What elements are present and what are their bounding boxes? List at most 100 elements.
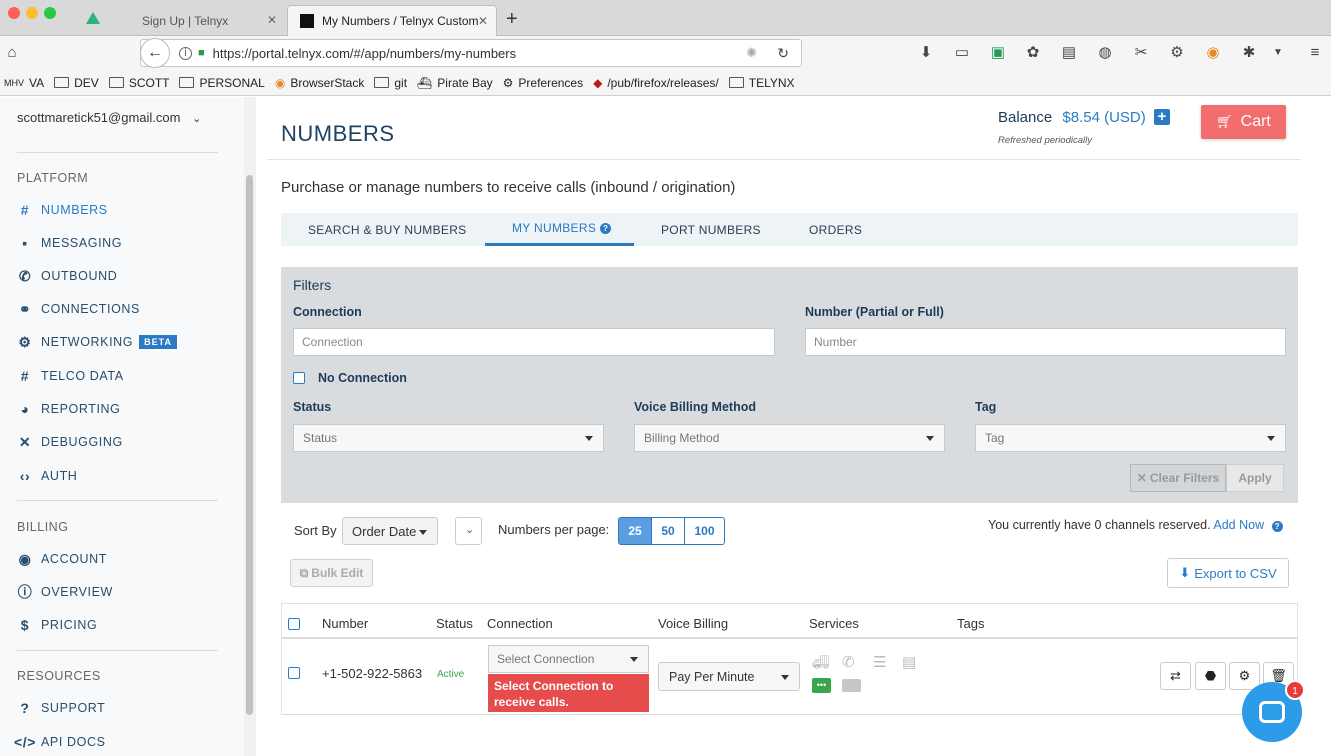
sort-direction-button[interactable]: ⌄ bbox=[455, 517, 482, 545]
new-tab-icon[interactable]: + bbox=[506, 8, 518, 31]
column-header-connection[interactable]: Connection bbox=[487, 616, 553, 631]
tab-label: SEARCH & BUY NUMBERS bbox=[308, 222, 467, 237]
sidebar-toggle-icon[interactable]: ▭ bbox=[952, 44, 972, 62]
sidebar-item-outbound[interactable]: ✆ OUTBOUND bbox=[17, 264, 117, 288]
sidebar-item-reporting[interactable]: ◕ REPORTING bbox=[17, 397, 121, 421]
select-placeholder: Tag bbox=[985, 431, 1005, 445]
tab-my-numbers[interactable]: My Numbers / Telnyx Custom ✕ bbox=[287, 5, 497, 36]
bookmark-scott[interactable]: SCOTT bbox=[108, 76, 169, 90]
bookmark-va[interactable]: MHV VA bbox=[4, 76, 44, 90]
hash-icon: # bbox=[20, 202, 30, 218]
back-button[interactable]: ← bbox=[140, 38, 170, 68]
voice-billing-select[interactable]: Pay Per Minute bbox=[658, 662, 800, 691]
row-select-checkbox[interactable] bbox=[288, 667, 300, 679]
bookmark-dev[interactable]: DEV bbox=[54, 76, 99, 90]
sidebar-item-auth[interactable]: ‹› AUTH bbox=[17, 464, 77, 488]
sidebar-item-numbers[interactable]: # NUMBERS bbox=[17, 198, 108, 222]
sidebar-item-support[interactable]: ? SUPPORT bbox=[17, 696, 105, 720]
globe-icon[interactable]: ◍ bbox=[1095, 44, 1115, 62]
tab-search-buy-numbers[interactable]: SEARCH & BUY NUMBERS bbox=[308, 213, 466, 246]
tab-orders[interactable]: ORDERS bbox=[809, 213, 862, 246]
gear-icon: ⚙ bbox=[502, 75, 514, 90]
download-icon[interactable]: ⬇ bbox=[916, 44, 936, 62]
select-all-checkbox[interactable] bbox=[288, 618, 300, 630]
firefox-icon[interactable]: ◉ bbox=[1203, 44, 1223, 62]
connection-filter-label: Connection bbox=[293, 305, 362, 319]
debug-icon[interactable]: ✺ bbox=[746, 45, 757, 61]
selenium-icon[interactable]: ▤ bbox=[1059, 44, 1079, 62]
help-icon[interactable]: ? bbox=[600, 222, 612, 234]
billing-method-filter-select[interactable]: Billing Method bbox=[634, 424, 945, 452]
excel-icon[interactable]: ▣ bbox=[988, 44, 1008, 62]
settings-gear-icon[interactable]: ⚙ bbox=[1167, 44, 1187, 62]
sidebar-scrollbar-thumb[interactable] bbox=[246, 175, 253, 715]
scissors-icon[interactable]: ✂ bbox=[1131, 44, 1151, 62]
tag-filter-select[interactable]: Tag bbox=[975, 424, 1286, 452]
sort-by-select[interactable]: Order Date bbox=[342, 517, 438, 545]
cart-button[interactable]: 🛒︎ Cart bbox=[1201, 105, 1286, 139]
extension-icon[interactable]: ✿ bbox=[1023, 44, 1043, 62]
bookmark-personal[interactable]: PERSONAL bbox=[179, 76, 265, 90]
bookmark-preferences[interactable]: ⚙ Preferences bbox=[503, 76, 583, 90]
bug-icon[interactable]: ✱ bbox=[1239, 44, 1259, 62]
sidebar-item-messaging[interactable]: ▪ MESSAGING bbox=[17, 231, 122, 255]
status-filter-select[interactable]: Status bbox=[293, 424, 604, 452]
sidebar-item-networking[interactable]: ⚙ NETWORKING BETA bbox=[17, 330, 177, 354]
minimize-window-button[interactable] bbox=[26, 7, 38, 19]
sidebar-item-overview[interactable]: ⓘ OVERVIEW bbox=[17, 580, 113, 604]
account-email-dropdown[interactable]: scottmaretick51@gmail.com ⌄ bbox=[17, 110, 201, 125]
add-now-link[interactable]: Add Now bbox=[1213, 518, 1264, 532]
tab-sign-up[interactable]: Sign Up | Telnyx ✕ bbox=[130, 5, 285, 36]
apply-filters-button[interactable]: Apply bbox=[1226, 464, 1284, 492]
bookmark-label: git bbox=[394, 75, 408, 90]
clear-filters-button[interactable]: ✕ Clear Filters bbox=[1130, 464, 1226, 492]
url-bar[interactable]: i ■ https://portal.telnyx.com/#/app/numb… bbox=[140, 39, 802, 67]
download-icon: ⬇ bbox=[1179, 565, 1191, 580]
reload-icon[interactable]: ↻ bbox=[777, 45, 789, 62]
connection-select[interactable]: Select Connection bbox=[488, 645, 649, 673]
dropdown-chevron-icon[interactable]: ▼ bbox=[1268, 44, 1288, 62]
sidebar-item-telco-data[interactable]: # TELCO DATA bbox=[17, 364, 124, 388]
bookmark-pirate-bay[interactable]: ⛴ Pirate Bay bbox=[417, 76, 493, 90]
close-tab-icon[interactable]: ✕ bbox=[478, 14, 488, 28]
sidebar-item-debugging[interactable]: ✕ DEBUGGING bbox=[17, 430, 123, 454]
section-title-resources: RESOURCES bbox=[17, 669, 101, 683]
sidebar-item-api-docs[interactable]: </> API DOCS bbox=[14, 730, 106, 754]
per-page-50-button[interactable]: 50 bbox=[651, 517, 685, 545]
bookmark-telynx[interactable]: TELYNX bbox=[728, 76, 795, 90]
phone-number[interactable]: +1-502-922-5863 bbox=[322, 666, 422, 681]
help-icon[interactable]: ? bbox=[1271, 521, 1283, 532]
bookmark-browserstack[interactable]: ◉ BrowserStack bbox=[275, 76, 365, 90]
hash-icon: # bbox=[20, 368, 30, 384]
sidebar-item-connections[interactable]: ⚭ CONNECTIONS bbox=[17, 297, 140, 321]
add-balance-plus-icon[interactable]: + bbox=[1153, 109, 1170, 125]
column-header-number[interactable]: Number bbox=[322, 616, 368, 631]
sidebar-item-account[interactable]: ◉ ACCOUNT bbox=[17, 547, 107, 571]
channels-reserved-info: You currently have 0 channels reserved. … bbox=[988, 518, 1283, 532]
export-csv-button[interactable]: ⬇ Export to CSV bbox=[1167, 558, 1289, 588]
zoom-window-button[interactable] bbox=[44, 7, 56, 19]
sidebar-item-label: DEBUGGING bbox=[41, 435, 123, 449]
sidebar-item-pricing[interactable]: $ PRICING bbox=[17, 613, 97, 637]
transfer-button[interactable]: ⇄ bbox=[1160, 662, 1191, 690]
per-page-25-button[interactable]: 25 bbox=[618, 517, 652, 545]
close-window-button[interactable] bbox=[8, 7, 20, 19]
number-filter-input[interactable]: Number bbox=[805, 328, 1286, 356]
column-header-status[interactable]: Status bbox=[436, 616, 473, 631]
per-page-100-button[interactable]: 100 bbox=[684, 517, 725, 545]
fax-truck-icon: 🚚︎ bbox=[812, 654, 830, 670]
column-header-voice-billing[interactable]: Voice Billing bbox=[658, 616, 728, 631]
bookmark-firefox-releases[interactable]: ◆ /pub/firefox/releases/ bbox=[593, 76, 719, 90]
connection-filter-input[interactable]: Connection bbox=[293, 328, 775, 356]
tab-my-numbers[interactable]: MY NUMBERS ? bbox=[485, 213, 634, 246]
select-placeholder: Status bbox=[303, 431, 338, 445]
hamburger-menu-icon[interactable]: ≡ bbox=[1305, 44, 1325, 62]
tag-button[interactable]: ⬣ bbox=[1195, 662, 1226, 690]
tab-port-numbers[interactable]: PORT NUMBERS bbox=[661, 213, 761, 246]
close-tab-icon[interactable]: ✕ bbox=[267, 13, 277, 27]
no-connection-checkbox[interactable] bbox=[293, 372, 305, 384]
bookmark-git[interactable]: git bbox=[374, 76, 407, 90]
home-icon[interactable]: ⌂ bbox=[2, 44, 22, 62]
bulk-edit-button[interactable]: ⧉ Bulk Edit bbox=[290, 559, 373, 587]
tab-label: ORDERS bbox=[809, 222, 863, 237]
